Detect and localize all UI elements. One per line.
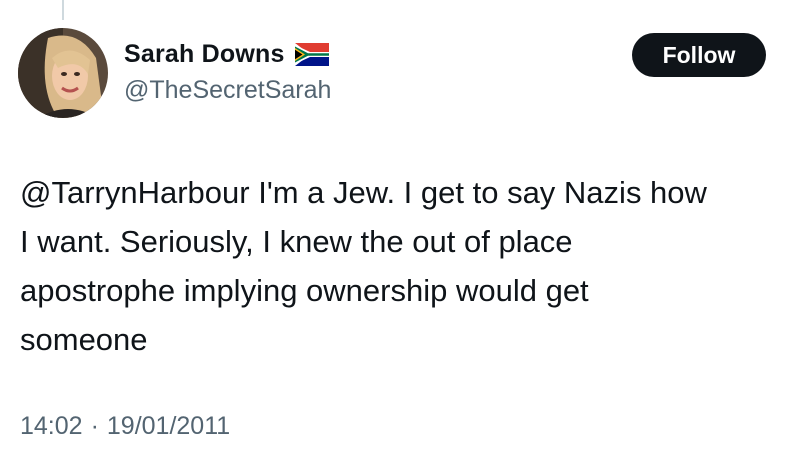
avatar-photo xyxy=(18,28,108,118)
timestamp-separator: · xyxy=(90,412,99,440)
avatar[interactable] xyxy=(18,28,108,118)
tweet-time: 14:02 xyxy=(20,412,83,440)
tweet-text-line: @TarrynHarbour I'm a Jew. I get to say N… xyxy=(20,175,707,210)
thread-connector-line xyxy=(62,0,64,20)
author-name-row: Sarah Downs xyxy=(124,40,329,69)
tweet-text: @TarrynHarbour I'm a Jew. I get to say N… xyxy=(20,168,790,364)
follow-button[interactable]: Follow xyxy=(632,33,766,77)
author-handle[interactable]: @TheSecretSarah xyxy=(124,76,331,105)
tweet-date: 19/01/2011 xyxy=(106,412,231,440)
author-display-name[interactable]: Sarah Downs xyxy=(124,40,285,69)
south-africa-flag-icon xyxy=(294,43,329,66)
tweet-timestamp[interactable]: 14:02 · 19/01/2011 xyxy=(20,412,230,441)
tweet-text-line: apostrophe implying ownership would get xyxy=(20,273,589,308)
tweet-text-line: someone xyxy=(20,322,148,357)
tweet-text-line: I want. Seriously, I knew the out of pla… xyxy=(20,224,573,259)
